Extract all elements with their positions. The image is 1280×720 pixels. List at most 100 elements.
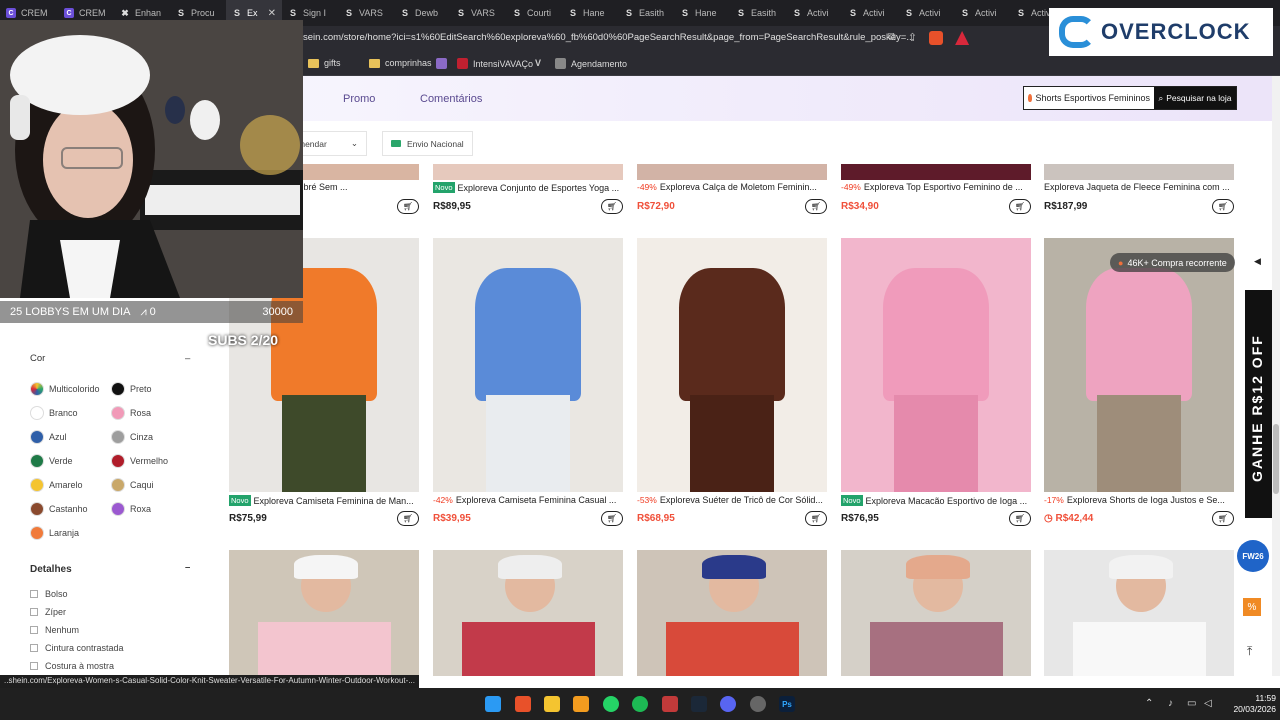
add-to-cart-button[interactable]: 🛒︎ [805, 511, 827, 526]
mic-icon[interactable]: ♪ [1168, 698, 1173, 709]
add-to-cart-button[interactable]: 🛒︎ [1009, 511, 1031, 526]
bookmark-intensivavaco[interactable]: IntensiVAVAÇo [457, 58, 533, 69]
steam-icon[interactable] [691, 696, 707, 712]
browser-tab[interactable]: S Activi [898, 0, 954, 26]
search-input[interactable]: Shorts Esportivos Femininos [1024, 87, 1154, 109]
product-image[interactable] [433, 238, 623, 492]
add-to-cart-button[interactable]: 🛒︎ [1212, 199, 1234, 214]
browser-tab[interactable]: S Activi [954, 0, 1010, 26]
bookmark-gifts[interactable]: gifts [308, 58, 341, 68]
product-image[interactable] [637, 550, 827, 676]
sublime-icon[interactable] [573, 696, 589, 712]
browser-tab[interactable]: S VARS [450, 0, 506, 26]
color-filter-rosa[interactable]: Rosa [111, 406, 151, 420]
color-filter-roxa[interactable]: Roxa [111, 502, 151, 516]
checkbox[interactable] [30, 608, 38, 616]
brave-icon[interactable] [515, 696, 531, 712]
discord-icon[interactable] [720, 696, 736, 712]
product-card[interactable] [841, 550, 1031, 676]
app-icon[interactable] [662, 696, 678, 712]
checkbox[interactable] [30, 626, 38, 634]
brave-shield-icon[interactable] [929, 31, 944, 45]
brave-rewards-icon[interactable] [955, 31, 970, 45]
color-filter-preto[interactable]: Preto [111, 382, 152, 396]
product-image[interactable] [841, 550, 1031, 676]
product-image[interactable] [1044, 550, 1234, 676]
add-to-cart-button[interactable]: 🛒︎ [397, 511, 419, 526]
product-title[interactable]: -42% Exploreva Camiseta Feminina Casual .… [433, 495, 623, 505]
chevron-left-icon[interactable]: ◀ [1254, 256, 1261, 267]
bookmark-app[interactable] [436, 58, 447, 69]
share-icon[interactable]: ⇧ [908, 31, 917, 45]
browser-tab[interactable]: S VARS [338, 0, 394, 26]
color-filter-caqui[interactable]: Caqui [111, 478, 154, 492]
spotify-icon[interactable] [632, 696, 648, 712]
color-filter-branco[interactable]: Branco [30, 406, 78, 420]
product-card[interactable]: -42% Exploreva Camiseta Feminina Casual .… [433, 238, 623, 526]
bookmark-v[interactable]: V [535, 58, 541, 68]
whatsapp-icon[interactable] [603, 696, 619, 712]
product-image[interactable] [637, 238, 827, 492]
browser-tab[interactable]: S Activi [786, 0, 842, 26]
detail-filter-item[interactable]: Bolso [30, 589, 68, 599]
add-to-cart-button[interactable]: 🛒︎ [601, 511, 623, 526]
file-explorer-icon[interactable] [544, 696, 560, 712]
color-filter-azul[interactable]: Azul [30, 430, 67, 444]
product-card[interactable]: -17% Exploreva Shorts de Ioga Justos e Se… [1044, 238, 1234, 526]
browser-tab[interactable]: S Hane [674, 0, 730, 26]
product-card[interactable]: Novo Exploreva Conjunto de Esportes Yoga … [433, 164, 623, 214]
product-title[interactable]: Novo Exploreva Macacão Esportivo de Ioga … [841, 495, 1031, 506]
browser-tab[interactable]: S Activi [842, 0, 898, 26]
detail-filter-item[interactable]: Cintura contrastada [30, 643, 124, 653]
color-filter-multicolorido[interactable]: Multicolorido [30, 382, 100, 396]
product-card[interactable]: -53% Exploreva Suéter de Tricô de Cor Sól… [637, 238, 827, 526]
photoshop-icon[interactable]: Ps [779, 696, 795, 712]
product-card[interactable] [1044, 550, 1234, 676]
add-to-cart-button[interactable]: 🛒︎ [397, 199, 419, 214]
browser-tab[interactable]: S Hane [562, 0, 618, 26]
back-to-top-icon[interactable]: ⤒ [1247, 644, 1252, 659]
color-filter-verde[interactable]: Verde [30, 454, 73, 468]
nav-promo[interactable]: Promo [343, 93, 375, 105]
browser-tab[interactable]: S Courti [506, 0, 562, 26]
add-to-cart-button[interactable]: 🛒︎ [805, 199, 827, 214]
browser-tab[interactable]: S Easith [618, 0, 674, 26]
product-title[interactable]: -53% Exploreva Suéter de Tricô de Cor Sól… [637, 495, 827, 505]
fw26-badge[interactable]: FW26 [1237, 540, 1269, 572]
product-image[interactable] [1044, 164, 1234, 180]
url-field[interactable]: sein.com/store/home?ici=s1%60EditSearch%… [303, 32, 914, 43]
nav-comentarios[interactable]: Comentários [420, 93, 482, 105]
browser-tab[interactable]: S Dewb [394, 0, 450, 26]
product-card[interactable]: -49% Exploreva Top Esportivo Feminino de … [841, 164, 1031, 214]
product-title[interactable]: Novo Exploreva Camiseta Feminina de Man..… [229, 495, 419, 506]
checkbox[interactable] [30, 644, 38, 652]
add-to-cart-button[interactable]: 🛒︎ [1212, 511, 1234, 526]
product-card[interactable]: Exploreva Jaqueta de Fleece Feminina com… [1044, 164, 1234, 214]
product-title[interactable]: Exploreva Jaqueta de Fleece Feminina com… [1044, 182, 1234, 192]
reader-mode-icon[interactable]: ⧉ [888, 31, 896, 45]
search-button[interactable]: ⌕ Pesquisar na loja [1154, 87, 1236, 109]
product-image[interactable] [229, 550, 419, 676]
add-to-cart-button[interactable]: 🛒︎ [601, 199, 623, 214]
product-card[interactable] [229, 550, 419, 676]
product-title[interactable]: -49% Exploreva Calça de Moletom Feminin..… [637, 182, 827, 192]
product-title[interactable]: -49% Exploreva Top Esportivo Feminino de … [841, 182, 1031, 192]
page-scrollbar[interactable] [1272, 76, 1280, 676]
product-title[interactable]: -17% Exploreva Shorts de Ioga Justos e Se… [1044, 495, 1234, 505]
product-image[interactable] [841, 164, 1031, 180]
color-filter-amarelo[interactable]: Amarelo [30, 478, 83, 492]
bookmark-agendamento[interactable]: Agendamento [555, 58, 627, 69]
color-filter-vermelho[interactable]: Vermelho [111, 454, 168, 468]
color-filter-castanho[interactable]: Castanho [30, 502, 88, 516]
shipping-filter[interactable]: Envio Nacional [382, 131, 473, 156]
product-image[interactable] [841, 238, 1031, 492]
product-title[interactable]: Novo Exploreva Conjunto de Esportes Yoga … [433, 182, 623, 193]
detail-filter-item[interactable]: Nenhum [30, 625, 79, 635]
add-to-cart-button[interactable]: 🛒︎ [1009, 199, 1031, 214]
product-image[interactable] [1044, 238, 1234, 492]
product-card[interactable] [637, 550, 827, 676]
percent-badge[interactable]: % [1243, 598, 1261, 616]
product-card[interactable]: -49% Exploreva Calça de Moletom Feminin..… [637, 164, 827, 214]
detail-filter-item[interactable]: Costura à mostra [30, 661, 114, 671]
collapse-icon[interactable]: – [185, 353, 190, 364]
